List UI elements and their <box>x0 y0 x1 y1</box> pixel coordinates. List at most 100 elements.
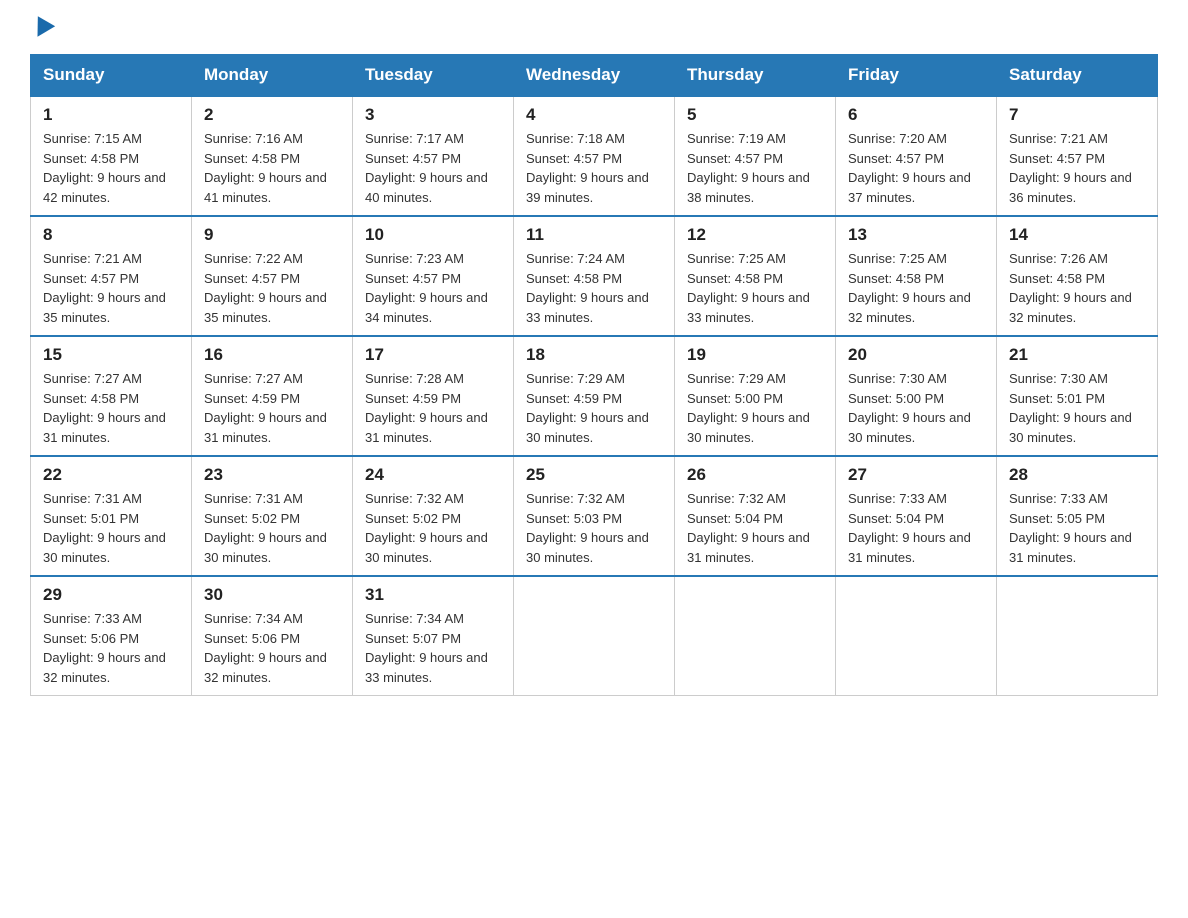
calendar-cell: 22 Sunrise: 7:31 AMSunset: 5:01 PMDaylig… <box>31 456 192 576</box>
day-info: Sunrise: 7:23 AMSunset: 4:57 PMDaylight:… <box>365 251 488 325</box>
day-number: 31 <box>365 585 501 605</box>
calendar-cell <box>675 576 836 696</box>
calendar-cell <box>514 576 675 696</box>
calendar-cell: 15 Sunrise: 7:27 AMSunset: 4:58 PMDaylig… <box>31 336 192 456</box>
calendar-cell: 9 Sunrise: 7:22 AMSunset: 4:57 PMDayligh… <box>192 216 353 336</box>
calendar-cell: 14 Sunrise: 7:26 AMSunset: 4:58 PMDaylig… <box>997 216 1158 336</box>
calendar-week-row: 29 Sunrise: 7:33 AMSunset: 5:06 PMDaylig… <box>31 576 1158 696</box>
calendar-week-row: 8 Sunrise: 7:21 AMSunset: 4:57 PMDayligh… <box>31 216 1158 336</box>
day-info: Sunrise: 7:33 AMSunset: 5:05 PMDaylight:… <box>1009 491 1132 565</box>
calendar-week-row: 22 Sunrise: 7:31 AMSunset: 5:01 PMDaylig… <box>31 456 1158 576</box>
calendar-cell <box>997 576 1158 696</box>
day-info: Sunrise: 7:25 AMSunset: 4:58 PMDaylight:… <box>848 251 971 325</box>
header-saturday: Saturday <box>997 55 1158 97</box>
calendar-cell: 5 Sunrise: 7:19 AMSunset: 4:57 PMDayligh… <box>675 96 836 216</box>
calendar-week-row: 1 Sunrise: 7:15 AMSunset: 4:58 PMDayligh… <box>31 96 1158 216</box>
calendar-week-row: 15 Sunrise: 7:27 AMSunset: 4:58 PMDaylig… <box>31 336 1158 456</box>
day-info: Sunrise: 7:34 AMSunset: 5:07 PMDaylight:… <box>365 611 488 685</box>
day-info: Sunrise: 7:33 AMSunset: 5:06 PMDaylight:… <box>43 611 166 685</box>
day-number: 28 <box>1009 465 1145 485</box>
calendar-cell: 29 Sunrise: 7:33 AMSunset: 5:06 PMDaylig… <box>31 576 192 696</box>
day-number: 21 <box>1009 345 1145 365</box>
day-info: Sunrise: 7:20 AMSunset: 4:57 PMDaylight:… <box>848 131 971 205</box>
day-number: 22 <box>43 465 179 485</box>
calendar-cell: 18 Sunrise: 7:29 AMSunset: 4:59 PMDaylig… <box>514 336 675 456</box>
calendar-cell: 2 Sunrise: 7:16 AMSunset: 4:58 PMDayligh… <box>192 96 353 216</box>
calendar-cell: 17 Sunrise: 7:28 AMSunset: 4:59 PMDaylig… <box>353 336 514 456</box>
header-sunday: Sunday <box>31 55 192 97</box>
day-info: Sunrise: 7:18 AMSunset: 4:57 PMDaylight:… <box>526 131 649 205</box>
day-number: 2 <box>204 105 340 125</box>
day-info: Sunrise: 7:30 AMSunset: 5:00 PMDaylight:… <box>848 371 971 445</box>
calendar-cell: 13 Sunrise: 7:25 AMSunset: 4:58 PMDaylig… <box>836 216 997 336</box>
day-info: Sunrise: 7:19 AMSunset: 4:57 PMDaylight:… <box>687 131 810 205</box>
day-number: 13 <box>848 225 984 245</box>
day-info: Sunrise: 7:31 AMSunset: 5:02 PMDaylight:… <box>204 491 327 565</box>
day-info: Sunrise: 7:22 AMSunset: 4:57 PMDaylight:… <box>204 251 327 325</box>
day-number: 7 <box>1009 105 1145 125</box>
day-number: 8 <box>43 225 179 245</box>
day-number: 9 <box>204 225 340 245</box>
page-header <box>30 20 1158 36</box>
day-number: 11 <box>526 225 662 245</box>
calendar-cell: 19 Sunrise: 7:29 AMSunset: 5:00 PMDaylig… <box>675 336 836 456</box>
day-number: 20 <box>848 345 984 365</box>
calendar-cell: 28 Sunrise: 7:33 AMSunset: 5:05 PMDaylig… <box>997 456 1158 576</box>
day-info: Sunrise: 7:32 AMSunset: 5:03 PMDaylight:… <box>526 491 649 565</box>
calendar-cell: 31 Sunrise: 7:34 AMSunset: 5:07 PMDaylig… <box>353 576 514 696</box>
day-info: Sunrise: 7:33 AMSunset: 5:04 PMDaylight:… <box>848 491 971 565</box>
day-info: Sunrise: 7:30 AMSunset: 5:01 PMDaylight:… <box>1009 371 1132 445</box>
calendar-header-row: SundayMondayTuesdayWednesdayThursdayFrid… <box>31 55 1158 97</box>
calendar-cell: 16 Sunrise: 7:27 AMSunset: 4:59 PMDaylig… <box>192 336 353 456</box>
calendar-cell: 4 Sunrise: 7:18 AMSunset: 4:57 PMDayligh… <box>514 96 675 216</box>
calendar-cell: 6 Sunrise: 7:20 AMSunset: 4:57 PMDayligh… <box>836 96 997 216</box>
day-info: Sunrise: 7:31 AMSunset: 5:01 PMDaylight:… <box>43 491 166 565</box>
day-info: Sunrise: 7:16 AMSunset: 4:58 PMDaylight:… <box>204 131 327 205</box>
day-number: 27 <box>848 465 984 485</box>
day-number: 6 <box>848 105 984 125</box>
day-number: 5 <box>687 105 823 125</box>
day-number: 14 <box>1009 225 1145 245</box>
day-info: Sunrise: 7:26 AMSunset: 4:58 PMDaylight:… <box>1009 251 1132 325</box>
day-number: 10 <box>365 225 501 245</box>
day-number: 12 <box>687 225 823 245</box>
day-info: Sunrise: 7:21 AMSunset: 4:57 PMDaylight:… <box>1009 131 1132 205</box>
day-number: 16 <box>204 345 340 365</box>
calendar-cell: 26 Sunrise: 7:32 AMSunset: 5:04 PMDaylig… <box>675 456 836 576</box>
calendar-cell: 21 Sunrise: 7:30 AMSunset: 5:01 PMDaylig… <box>997 336 1158 456</box>
calendar-cell: 23 Sunrise: 7:31 AMSunset: 5:02 PMDaylig… <box>192 456 353 576</box>
calendar-cell: 7 Sunrise: 7:21 AMSunset: 4:57 PMDayligh… <box>997 96 1158 216</box>
calendar-table: SundayMondayTuesdayWednesdayThursdayFrid… <box>30 54 1158 696</box>
day-number: 18 <box>526 345 662 365</box>
day-number: 30 <box>204 585 340 605</box>
calendar-cell: 8 Sunrise: 7:21 AMSunset: 4:57 PMDayligh… <box>31 216 192 336</box>
calendar-cell: 11 Sunrise: 7:24 AMSunset: 4:58 PMDaylig… <box>514 216 675 336</box>
day-number: 23 <box>204 465 340 485</box>
day-info: Sunrise: 7:21 AMSunset: 4:57 PMDaylight:… <box>43 251 166 325</box>
calendar-cell: 12 Sunrise: 7:25 AMSunset: 4:58 PMDaylig… <box>675 216 836 336</box>
day-info: Sunrise: 7:15 AMSunset: 4:58 PMDaylight:… <box>43 131 166 205</box>
calendar-cell: 24 Sunrise: 7:32 AMSunset: 5:02 PMDaylig… <box>353 456 514 576</box>
calendar-cell: 20 Sunrise: 7:30 AMSunset: 5:00 PMDaylig… <box>836 336 997 456</box>
day-info: Sunrise: 7:32 AMSunset: 5:04 PMDaylight:… <box>687 491 810 565</box>
calendar-cell: 27 Sunrise: 7:33 AMSunset: 5:04 PMDaylig… <box>836 456 997 576</box>
calendar-cell: 10 Sunrise: 7:23 AMSunset: 4:57 PMDaylig… <box>353 216 514 336</box>
logo <box>30 20 52 36</box>
day-number: 19 <box>687 345 823 365</box>
header-friday: Friday <box>836 55 997 97</box>
day-number: 4 <box>526 105 662 125</box>
day-info: Sunrise: 7:34 AMSunset: 5:06 PMDaylight:… <box>204 611 327 685</box>
day-number: 26 <box>687 465 823 485</box>
day-info: Sunrise: 7:27 AMSunset: 4:59 PMDaylight:… <box>204 371 327 445</box>
day-info: Sunrise: 7:27 AMSunset: 4:58 PMDaylight:… <box>43 371 166 445</box>
header-monday: Monday <box>192 55 353 97</box>
header-tuesday: Tuesday <box>353 55 514 97</box>
day-info: Sunrise: 7:29 AMSunset: 5:00 PMDaylight:… <box>687 371 810 445</box>
header-wednesday: Wednesday <box>514 55 675 97</box>
calendar-cell: 3 Sunrise: 7:17 AMSunset: 4:57 PMDayligh… <box>353 96 514 216</box>
day-number: 3 <box>365 105 501 125</box>
day-info: Sunrise: 7:17 AMSunset: 4:57 PMDaylight:… <box>365 131 488 205</box>
day-number: 17 <box>365 345 501 365</box>
day-number: 24 <box>365 465 501 485</box>
day-info: Sunrise: 7:32 AMSunset: 5:02 PMDaylight:… <box>365 491 488 565</box>
